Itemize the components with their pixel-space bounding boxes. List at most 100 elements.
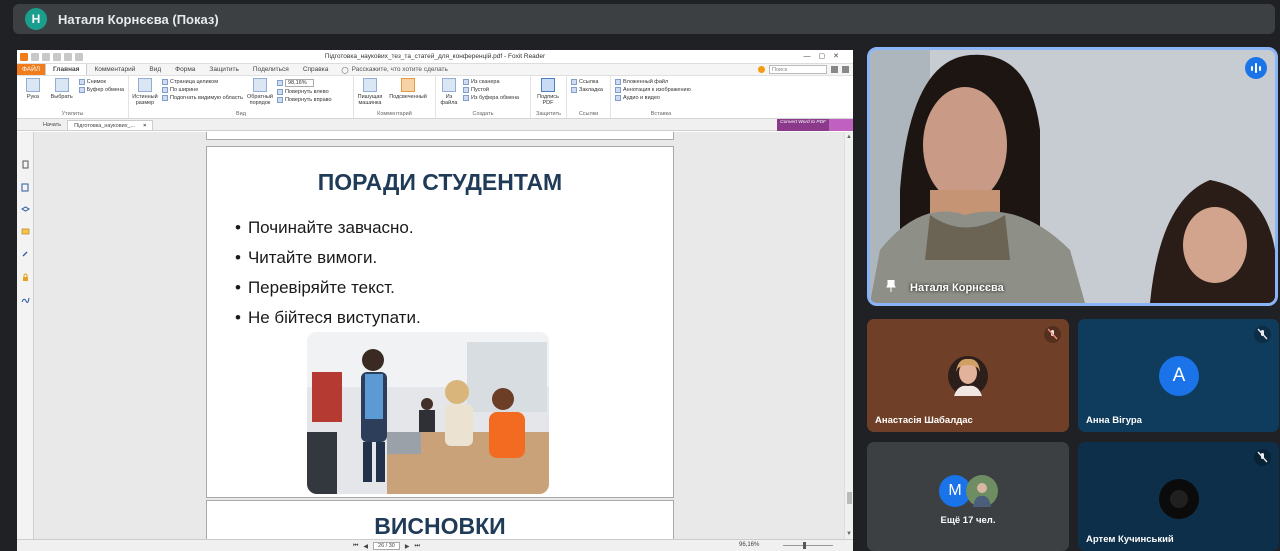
tab-protect[interactable]: Защитить	[202, 64, 246, 75]
convert-ad-icon	[829, 119, 853, 131]
ribbon-home: Рука Выбрать Снимок Буфер обмена Утилиты…	[17, 76, 853, 119]
file-attachment-button[interactable]: Вложенный файл	[615, 79, 691, 85]
tab-share[interactable]: Поделиться	[246, 64, 296, 75]
typewriter-icon	[363, 78, 377, 92]
undo-icon[interactable]	[64, 52, 72, 61]
participant-tile[interactable]: Анастасія Шабалдас	[867, 319, 1069, 432]
scroll-down-icon[interactable]: ▼	[846, 531, 852, 537]
next-slide-title: ВИСНОВКИ	[374, 513, 506, 539]
speaker-video-frame	[870, 50, 1275, 303]
speaking-indicator-icon	[1245, 57, 1267, 79]
comments-icon[interactable]	[21, 228, 30, 237]
fit-page-icon	[162, 79, 168, 85]
save-icon[interactable]	[42, 52, 50, 61]
attachment-icon[interactable]	[21, 250, 30, 259]
from-clipboard-button[interactable]: Из буфера обмена	[463, 95, 519, 101]
mic-off-icon	[1044, 326, 1061, 343]
bullet-item: Читайте вимоги.	[235, 247, 421, 277]
convert-word-to-pdf-ad[interactable]: Convert Word to PDF	[777, 119, 853, 131]
pin-icon[interactable]	[886, 280, 896, 292]
print-icon[interactable]	[53, 52, 61, 61]
rotate-left-button[interactable]: Повернуть влево	[276, 89, 332, 95]
zoom-select[interactable]: 98,16%	[276, 79, 332, 87]
main-speaker-tile[interactable]: Наталя Корнєєва	[867, 47, 1278, 306]
link-button[interactable]: Ссылка	[571, 79, 603, 85]
avatar	[966, 475, 998, 507]
tab-view[interactable]: Вид	[142, 64, 168, 75]
participant-name: Артем Кучинський	[1086, 534, 1174, 545]
vertical-scrollbar[interactable]: ▲ ▼	[844, 132, 853, 539]
lightbulb-icon: ◯	[341, 66, 349, 74]
lock-icon[interactable]	[21, 273, 30, 282]
foxit-logo-icon	[20, 52, 28, 61]
hand-icon	[25, 78, 40, 92]
tab-start[interactable]: Начать	[37, 120, 67, 130]
group-label: Ссылки	[578, 111, 599, 117]
rotate-right-button[interactable]: Повернуть вправо	[276, 97, 332, 103]
scroll-thumb[interactable]	[847, 492, 852, 504]
file-menu[interactable]: ФАЙЛ	[17, 64, 45, 75]
scroll-up-icon[interactable]: ▲	[846, 134, 852, 140]
bookmark-icon	[571, 87, 577, 93]
tab-home[interactable]: Главная	[45, 64, 88, 75]
audio-video-button[interactable]: Аудио и видео	[615, 95, 691, 101]
fit-page-button[interactable]: Страница целиком	[162, 79, 243, 85]
signature-icon[interactable]	[21, 295, 30, 304]
fit-width-button[interactable]: По ширине	[162, 87, 243, 93]
fit-visible-button[interactable]: Подогнать видимую область	[162, 95, 243, 101]
hand-icon[interactable]	[21, 160, 30, 169]
foxit-titlebar: Підготовка_наукових_тез_та_статей_для_ко…	[17, 50, 853, 64]
clipboard-icon	[78, 87, 85, 93]
bullet-item: Перевіряйте текст.	[235, 277, 421, 307]
layers-icon[interactable]	[21, 205, 30, 214]
blank-button[interactable]: Пустой	[463, 87, 519, 93]
open-icon[interactable]	[31, 52, 39, 61]
zoom-slider[interactable]	[783, 545, 833, 546]
participant-tile[interactable]: Артем Кучинський	[1078, 442, 1279, 551]
page-navigation: ⏮ ◀ 26 / 30 ▶ ⏭	[353, 542, 420, 550]
close-tab-icon[interactable]: ×	[143, 123, 146, 129]
document-title: Підготовка_наукових_тез_та_статей_для_ко…	[324, 53, 546, 60]
search-options-icon[interactable]	[831, 66, 838, 73]
bookmark-button[interactable]: Закладка	[571, 87, 603, 93]
rotate-left-icon	[276, 89, 283, 95]
slide-title: ПОРАДИ СТУДЕНТАМ	[317, 169, 563, 195]
participant-tile[interactable]: А Анна Вігура	[1078, 319, 1279, 432]
redo-icon[interactable]	[75, 52, 83, 61]
from-scanner-button[interactable]: Из сканера	[463, 79, 519, 85]
snapshot-button[interactable]: Снимок	[78, 79, 124, 85]
group-label: Вставка	[650, 111, 672, 117]
participant-name: Анна Вігура	[1086, 415, 1142, 426]
window-controls[interactable]: —▢✕	[804, 52, 847, 60]
document-viewport: ПОРАДИ СТУДЕНТАМ Починайте завчасно. Чит…	[17, 132, 853, 545]
first-page-icon[interactable]: ⏮	[353, 543, 358, 550]
tab-help[interactable]: Справка	[296, 64, 336, 75]
group-label: Вид	[236, 111, 246, 117]
media-icon	[615, 95, 621, 101]
image-icon	[615, 87, 621, 93]
document-tabs: Начать Підготовка_наукових_... × Convert…	[17, 119, 853, 131]
previous-page-edge	[206, 132, 674, 140]
prev-page-icon[interactable]: ◀	[363, 543, 368, 550]
clipboard-button[interactable]: Буфер обмена	[78, 87, 124, 93]
status-bar: ⏮ ◀ 26 / 30 ▶ ⏭ 96,16%	[17, 539, 853, 551]
avatar	[948, 356, 988, 396]
pages-icon[interactable]	[21, 183, 30, 192]
next-page-icon[interactable]: ▶	[405, 543, 410, 550]
zoom-level[interactable]: 96,16%	[739, 542, 759, 548]
account-icon[interactable]	[842, 66, 849, 73]
presenter-title: Наталя Корнєєва (Показ)	[58, 11, 219, 27]
search-input[interactable]: Поиск	[769, 65, 827, 74]
tab-current-document[interactable]: Підготовка_наукових_... ×	[67, 120, 154, 130]
more-participants-tile[interactable]: М Ещё 17 чел.	[867, 442, 1069, 551]
page-number-field[interactable]: 26 / 30	[373, 542, 400, 550]
zoom-slider-handle[interactable]	[803, 542, 806, 549]
tab-form[interactable]: Форма	[168, 64, 202, 75]
highlight-icon	[401, 78, 415, 92]
group-label: Комментарий	[377, 111, 412, 117]
last-page-icon[interactable]: ⏭	[414, 543, 419, 550]
tab-comment[interactable]: Комментарий	[87, 64, 142, 75]
tell-me-box[interactable]: ◯ Расскажите, что хотите сделать	[335, 64, 448, 75]
image-annotation-button[interactable]: Аннотация к изображению	[615, 87, 691, 93]
notification-icon[interactable]	[758, 66, 765, 73]
